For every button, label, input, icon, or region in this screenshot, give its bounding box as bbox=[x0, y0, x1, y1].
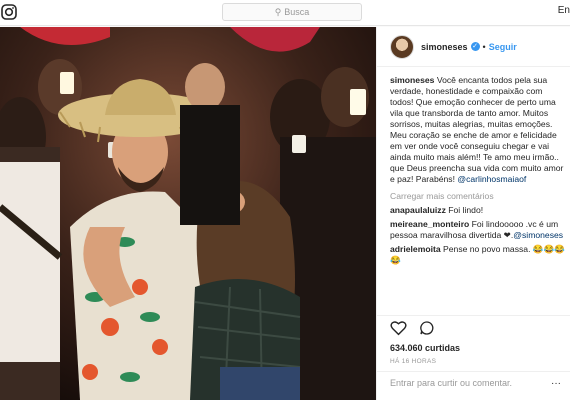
post-author-username[interactable]: simoneses bbox=[421, 42, 468, 52]
comment-username[interactable]: anapaulaluizz bbox=[390, 205, 446, 215]
search-placeholder: Busca bbox=[284, 7, 310, 17]
add-comment-bar: ··· bbox=[377, 371, 570, 398]
comment-mention[interactable]: @simoneses bbox=[513, 230, 563, 240]
comment-item: anapaulaluizz Foi lindo! bbox=[390, 205, 566, 216]
comment-item: meireane_monteiro Foi lindooooo .vc é um… bbox=[390, 219, 566, 241]
follow-button[interactable]: Seguir bbox=[489, 42, 517, 52]
comment-username[interactable]: adrielemoita bbox=[390, 244, 441, 254]
separator-dot: • bbox=[482, 41, 486, 52]
heart-icon[interactable] bbox=[390, 320, 407, 336]
avatar[interactable] bbox=[390, 34, 414, 59]
comments-list: simoneses Você encanta todos pela sua ve… bbox=[390, 75, 566, 266]
post-side-panel: simoneses ✓ • Seguir simoneses Você enca… bbox=[376, 27, 570, 400]
comment-icon[interactable] bbox=[419, 320, 435, 336]
comment-username[interactable]: meireane_monteiro bbox=[390, 219, 469, 229]
more-options-icon[interactable]: ··· bbox=[551, 378, 561, 389]
load-more-comments-button[interactable]: Carregar mais comentários bbox=[390, 191, 566, 202]
instagram-icon[interactable] bbox=[0, 3, 18, 21]
post-caption: simoneses Você encanta todos pela sua ve… bbox=[390, 75, 566, 185]
top-bar: ⚲ Busca En bbox=[0, 0, 570, 26]
post-photo-image bbox=[0, 27, 376, 400]
caption-mention[interactable]: @carlinhosmaiaof bbox=[457, 174, 526, 184]
post-photo[interactable] bbox=[0, 27, 376, 400]
like-count[interactable]: 634.060 curtidas bbox=[390, 343, 460, 353]
comment-text: Foi lindo! bbox=[445, 205, 484, 215]
comment-item: adrielemoita Pense no povo massa. 😂😂😂😂 bbox=[390, 244, 566, 266]
add-comment-input[interactable] bbox=[390, 378, 540, 388]
verified-badge-icon: ✓ bbox=[470, 42, 480, 51]
caption-text: Você encanta todos pela sua verdade, hon… bbox=[390, 75, 564, 184]
post-actions: 634.060 curtidas HÁ 16 HORAS ··· bbox=[377, 315, 570, 397]
search-input[interactable]: ⚲ Busca bbox=[222, 3, 362, 21]
post-header: simoneses ✓ • Seguir bbox=[377, 27, 570, 67]
search-icon: ⚲ bbox=[274, 6, 282, 17]
topbar-right-link[interactable]: En bbox=[558, 5, 570, 16]
caption-username[interactable]: simoneses bbox=[390, 75, 434, 85]
post-timestamp: HÁ 16 HORAS bbox=[390, 358, 437, 365]
action-icons bbox=[390, 320, 435, 336]
